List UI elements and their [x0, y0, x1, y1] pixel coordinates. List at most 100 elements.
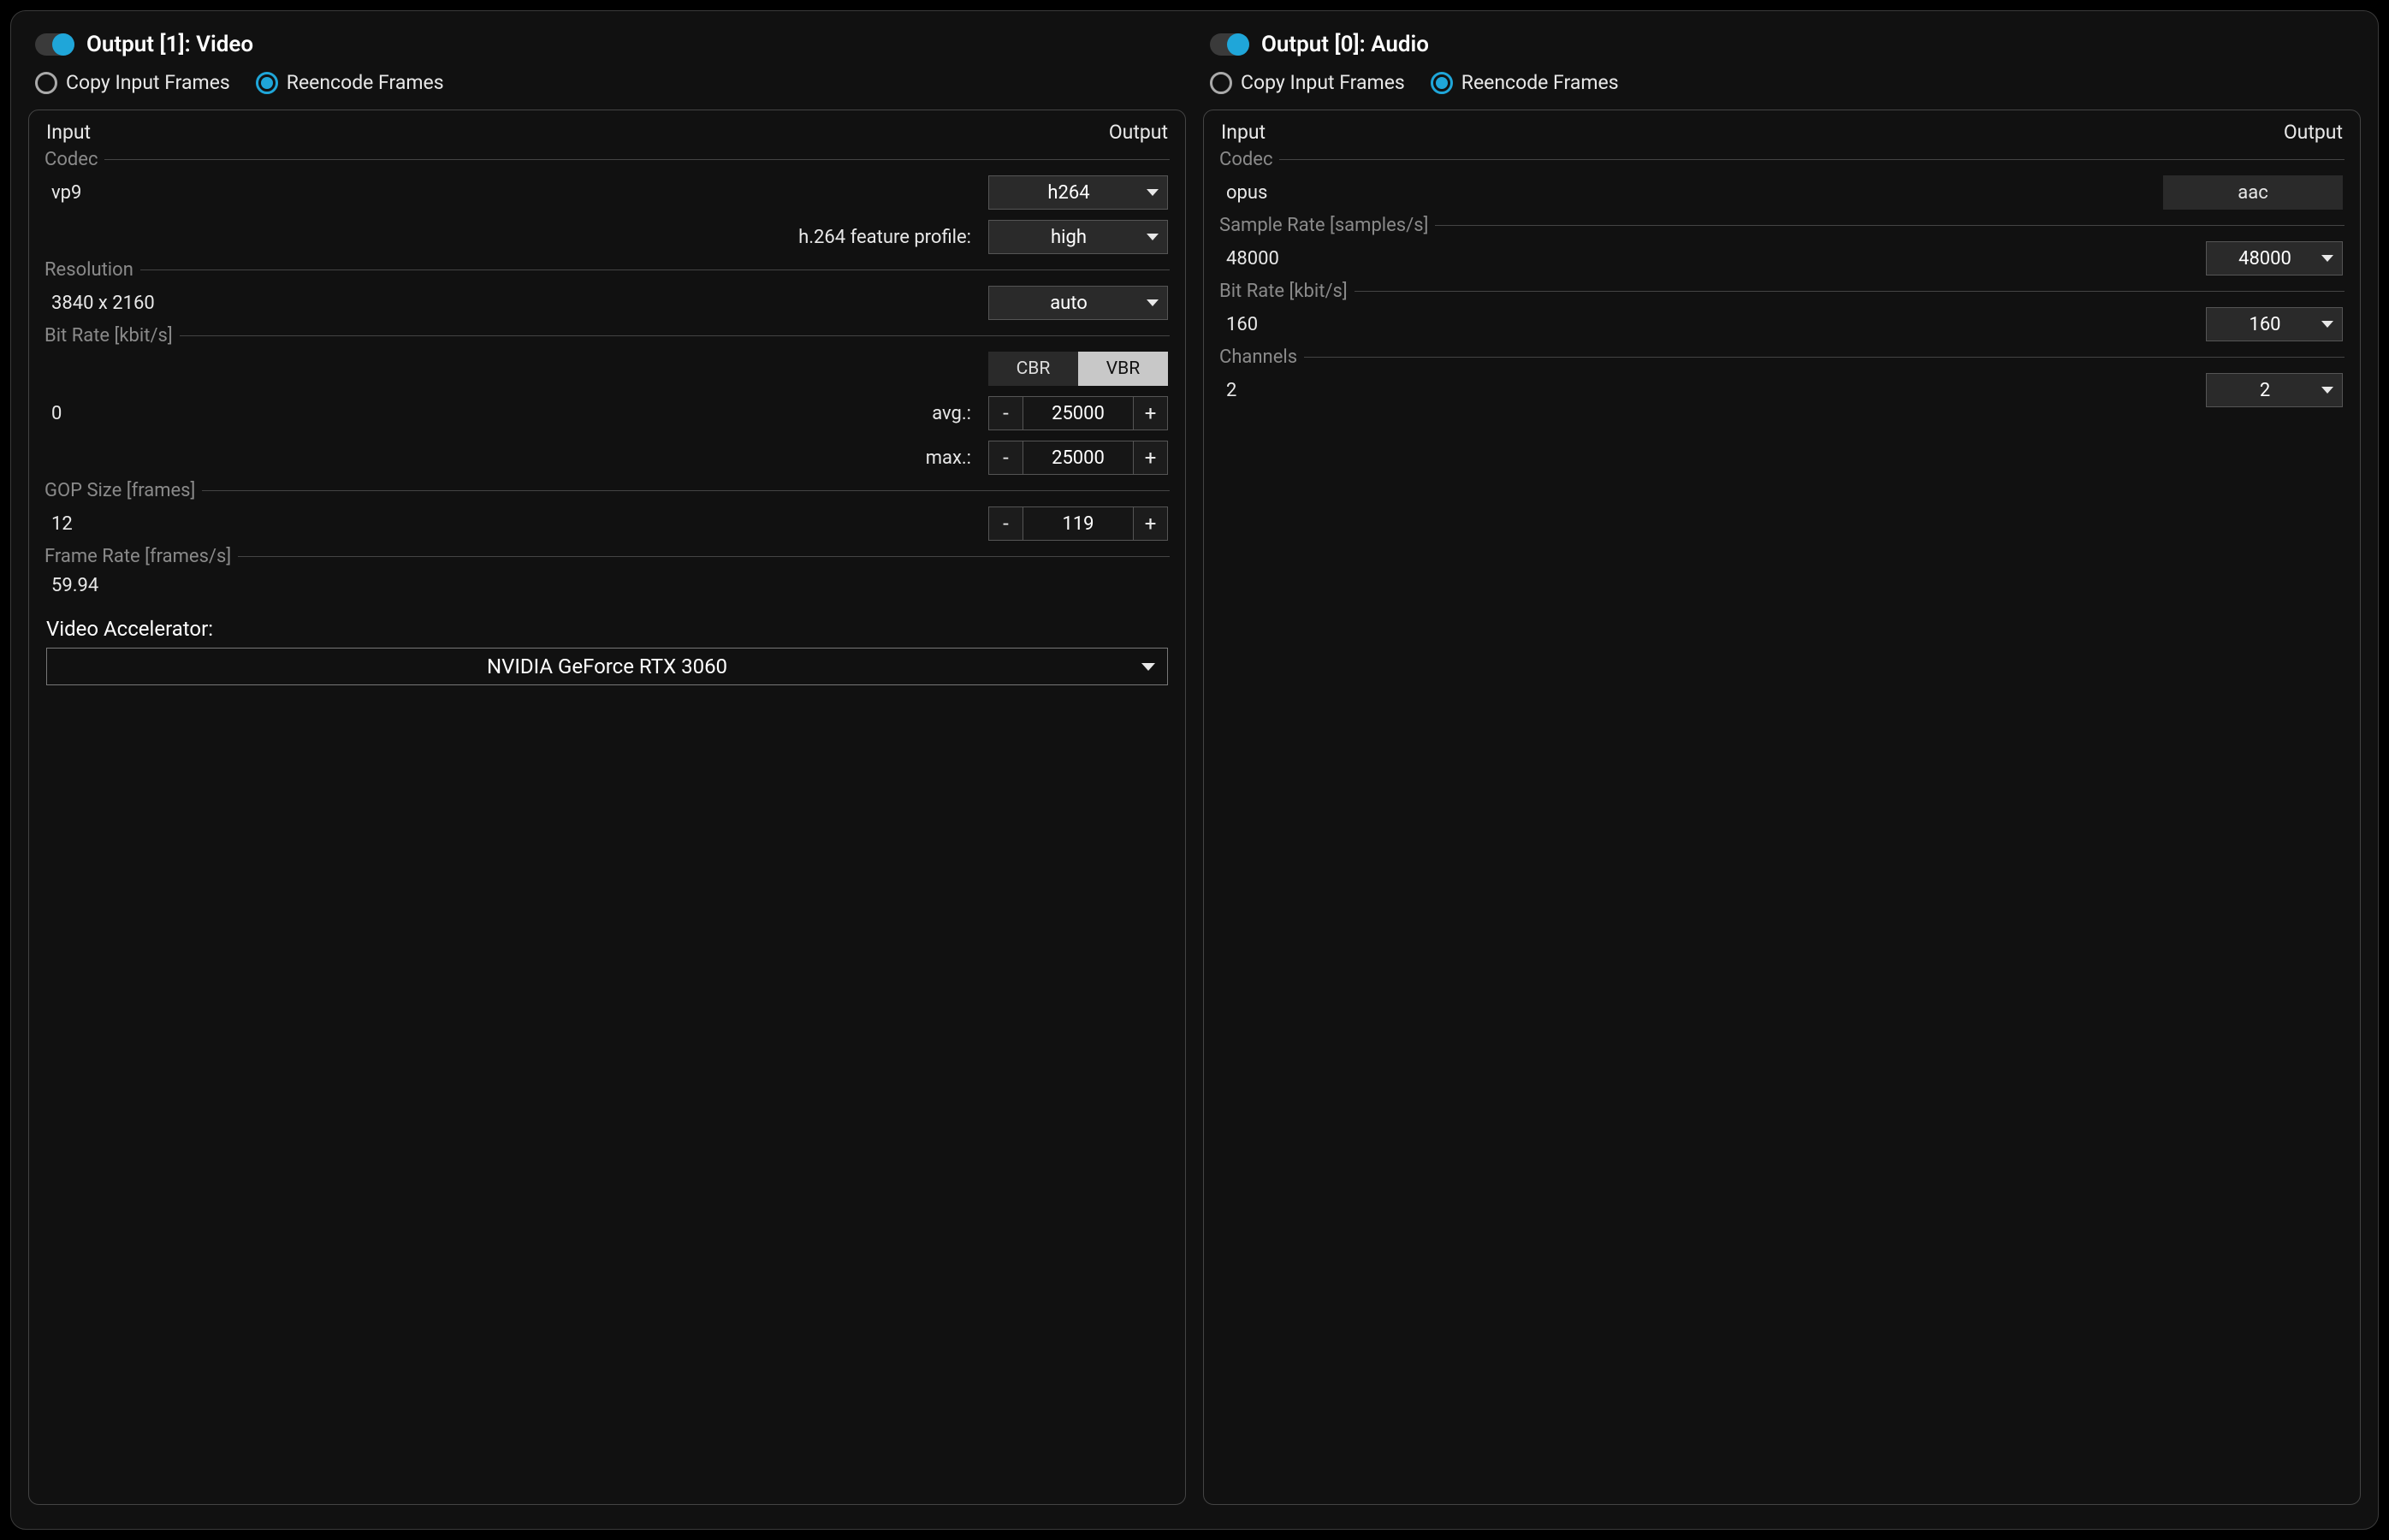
group-text: Bit Rate [kbit/s] — [1219, 281, 1348, 302]
chevron-down-icon — [1147, 189, 1159, 196]
decrement-button[interactable]: - — [989, 441, 1023, 474]
radio-label: Reencode Frames — [1461, 71, 1619, 94]
chevron-down-icon — [2321, 387, 2333, 394]
resolution-input: 3840 x 2160 — [46, 293, 155, 314]
codec-output-value: aac — [2163, 175, 2343, 210]
increment-button[interactable]: + — [1133, 397, 1167, 429]
io-output-label: Output — [1109, 121, 1168, 144]
framerate-row: 59.94 — [44, 567, 1170, 603]
group-text: Channels — [1219, 346, 1297, 368]
bitrate-mode-row: CBR VBR — [44, 346, 1170, 391]
bitrate-input: 0 — [46, 403, 62, 424]
bitrate-max-row: max.: - 25000 + — [44, 435, 1170, 480]
group-text: Frame Rate [frames/s] — [44, 546, 231, 567]
chevron-down-icon — [1147, 234, 1159, 240]
audio-radio-copy[interactable]: Copy Input Frames — [1210, 71, 1405, 94]
radio-label: Reencode Frames — [287, 71, 444, 94]
select-value: 48000 — [2238, 248, 2291, 270]
group-text: Codec — [1219, 149, 1272, 170]
chevron-down-icon — [1147, 299, 1159, 306]
profile-select[interactable]: high — [988, 220, 1168, 254]
profile-label: h.264 feature profile: — [798, 227, 971, 248]
vbr-button[interactable]: VBR — [1078, 352, 1168, 386]
radio-label: Copy Input Frames — [66, 71, 230, 94]
chevron-down-icon — [1141, 663, 1155, 671]
stepper-value[interactable]: 25000 — [1023, 441, 1133, 474]
bitrate-avg-row: 0 avg.: - 25000 + — [44, 391, 1170, 435]
video-column: Output [1]: Video Copy Input Frames Reen… — [28, 25, 1186, 1505]
cbr-button[interactable]: CBR — [988, 352, 1078, 386]
resolution-select[interactable]: auto — [988, 286, 1168, 320]
gop-group-label: GOP Size [frames] — [44, 480, 1170, 501]
video-radio-reencode[interactable]: Reencode Frames — [256, 71, 444, 94]
codec-input: opus — [1221, 182, 1267, 204]
resolution-row: 3840 x 2160 auto — [44, 281, 1170, 325]
stepper-value[interactable]: 25000 — [1023, 397, 1133, 429]
value-text: aac — [2238, 182, 2267, 204]
gop-input: 12 — [46, 513, 73, 535]
video-fieldset: Input Output Codec vp9 h264 h.264 featur… — [28, 110, 1186, 1505]
codec-group-label: Codec — [44, 149, 1170, 170]
bitrate-input: 160 — [1221, 314, 1258, 335]
io-input-label: Input — [1221, 121, 1266, 144]
increment-button[interactable]: + — [1133, 507, 1167, 540]
audio-column: Output [0]: Audio Copy Input Frames Reen… — [1203, 25, 2361, 1505]
audio-bitrate-row: 160 160 — [1219, 302, 2345, 346]
decrement-button[interactable]: - — [989, 507, 1023, 540]
chevron-down-icon — [2321, 321, 2333, 328]
samplerate-select[interactable]: 48000 — [2206, 241, 2343, 275]
codec-output-select[interactable]: h264 — [988, 175, 1168, 210]
accelerator-select[interactable]: NVIDIA GeForce RTX 3060 — [46, 648, 1168, 685]
io-output-label: Output — [2284, 121, 2343, 144]
audio-header: Output [0]: Audio — [1203, 25, 2361, 66]
group-text: Sample Rate [samples/s] — [1219, 215, 1428, 236]
audio-mode-radios: Copy Input Frames Reencode Frames — [1203, 66, 2361, 110]
gop-row: 12 - 119 + — [44, 501, 1170, 546]
increment-button[interactable]: + — [1133, 441, 1167, 474]
decrement-button[interactable]: - — [989, 397, 1023, 429]
radio-label: Copy Input Frames — [1241, 71, 1405, 94]
io-input-label: Input — [46, 121, 91, 144]
channels-input: 2 — [1221, 380, 1236, 401]
accelerator-label: Video Accelerator: — [44, 603, 1170, 648]
channels-row: 2 2 — [1219, 368, 2345, 412]
channels-select[interactable]: 2 — [2206, 373, 2343, 407]
settings-panel: Output [1]: Video Copy Input Frames Reen… — [10, 10, 2379, 1530]
avg-label: avg.: — [932, 403, 971, 424]
resolution-group-label: Resolution — [44, 259, 1170, 281]
samplerate-row: 48000 48000 — [1219, 236, 2345, 281]
audio-title: Output [0]: Audio — [1261, 32, 1429, 57]
select-value: 160 — [2249, 314, 2280, 335]
samplerate-group-label: Sample Rate [samples/s] — [1219, 215, 2345, 236]
framerate-input: 59.94 — [46, 575, 98, 596]
gop-stepper: - 119 + — [988, 506, 1168, 541]
chevron-down-icon — [2321, 255, 2333, 262]
bitrate-group-label: Bit Rate [kbit/s] — [44, 325, 1170, 346]
bitrate-avg-stepper: - 25000 + — [988, 396, 1168, 430]
audio-codec-row: opus aac — [1219, 170, 2345, 215]
stepper-value[interactable]: 119 — [1023, 507, 1133, 540]
select-value: auto — [1050, 293, 1088, 314]
audio-enable-toggle[interactable] — [1210, 33, 1249, 56]
bitrate-max-stepper: - 25000 + — [988, 441, 1168, 475]
channels-group-label: Channels — [1219, 346, 2345, 368]
select-value: high — [1051, 227, 1087, 248]
video-radio-copy[interactable]: Copy Input Frames — [35, 71, 230, 94]
profile-row: h.264 feature profile: high — [44, 215, 1170, 259]
group-text: Bit Rate [kbit/s] — [44, 325, 173, 346]
group-text: Codec — [44, 149, 98, 170]
group-text: GOP Size [frames] — [44, 480, 195, 501]
audio-bitrate-select[interactable]: 160 — [2206, 307, 2343, 341]
seg-label: VBR — [1106, 358, 1140, 379]
seg-label: CBR — [1017, 358, 1051, 379]
codec-row: vp9 h264 — [44, 170, 1170, 215]
select-value: NVIDIA GeForce RTX 3060 — [487, 654, 727, 678]
group-text: Resolution — [44, 259, 133, 281]
codec-group-label: Codec — [1219, 149, 2345, 170]
max-label: max.: — [926, 447, 971, 469]
samplerate-input: 48000 — [1221, 248, 1279, 270]
video-header: Output [1]: Video — [28, 25, 1186, 66]
select-value: h264 — [1047, 182, 1089, 204]
video-enable-toggle[interactable] — [35, 33, 74, 56]
audio-radio-reencode[interactable]: Reencode Frames — [1431, 71, 1619, 94]
